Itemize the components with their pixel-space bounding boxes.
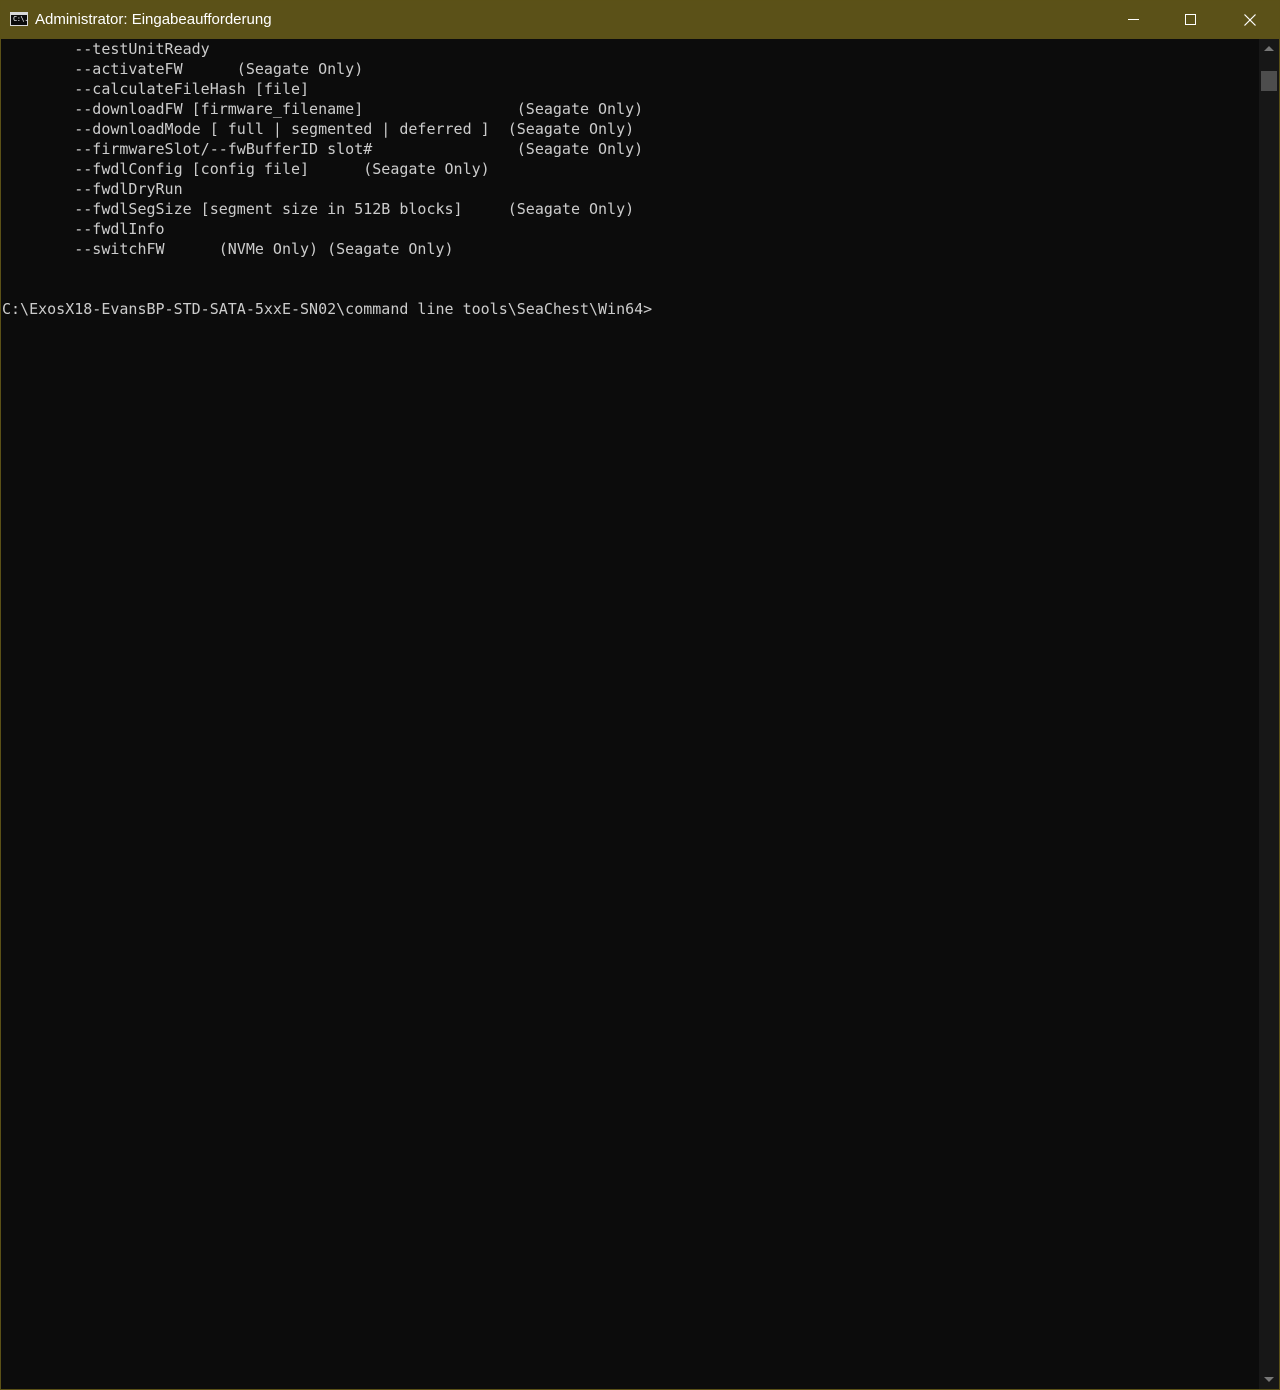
console-line: --fwdlSegSize [segment size in 512B bloc… (2, 200, 635, 218)
title-bar[interactable]: C:\. Administrator: Eingabeaufforderung (1, 1, 1279, 39)
console-line: --fwdlConfig [config file] (Seagate Only… (2, 160, 490, 178)
console-line: --testUnitReady (2, 40, 210, 58)
console-line: --firmwareSlot/--fwBufferID slot# (Seaga… (2, 140, 644, 158)
command-prompt[interactable]: C:\ExosX18-EvansBP-STD-SATA-5xxE-SN02\co… (2, 299, 1259, 319)
scroll-thumb[interactable] (1261, 71, 1277, 91)
scroll-down-icon[interactable] (1264, 1377, 1274, 1382)
console-line: --downloadFW [firmware_filename] (Seagat… (2, 100, 644, 118)
console-line: --fwdlInfo (2, 220, 165, 238)
console-window: C:\. Administrator: Eingabeaufforderung … (0, 0, 1280, 1390)
window-title: Administrator: Eingabeaufforderung (35, 11, 272, 28)
console-line: --fwdlDryRun (2, 180, 183, 198)
close-icon (1244, 14, 1256, 26)
console-line: --activateFW (Seagate Only) (2, 60, 364, 78)
console-text: --testUnitReady --activateFW (Seagate On… (1, 39, 1259, 319)
scroll-up-icon[interactable] (1264, 46, 1274, 51)
console-output[interactable]: --testUnitReady --activateFW (Seagate On… (1, 39, 1259, 1389)
console-line: --downloadMode [ full | segmented | defe… (2, 120, 635, 138)
vertical-scrollbar[interactable] (1259, 39, 1279, 1389)
console-line: --calculateFileHash [file] (2, 80, 310, 98)
close-button[interactable] (1221, 1, 1279, 39)
maximize-button[interactable] (1162, 1, 1220, 39)
minimize-button[interactable] (1104, 1, 1162, 39)
cmd-icon-text: C:\. (13, 15, 28, 23)
cmd-icon[interactable]: C:\. (10, 12, 28, 26)
console-line: --switchFW (NVMe Only) (Seagate Only) (2, 240, 454, 258)
